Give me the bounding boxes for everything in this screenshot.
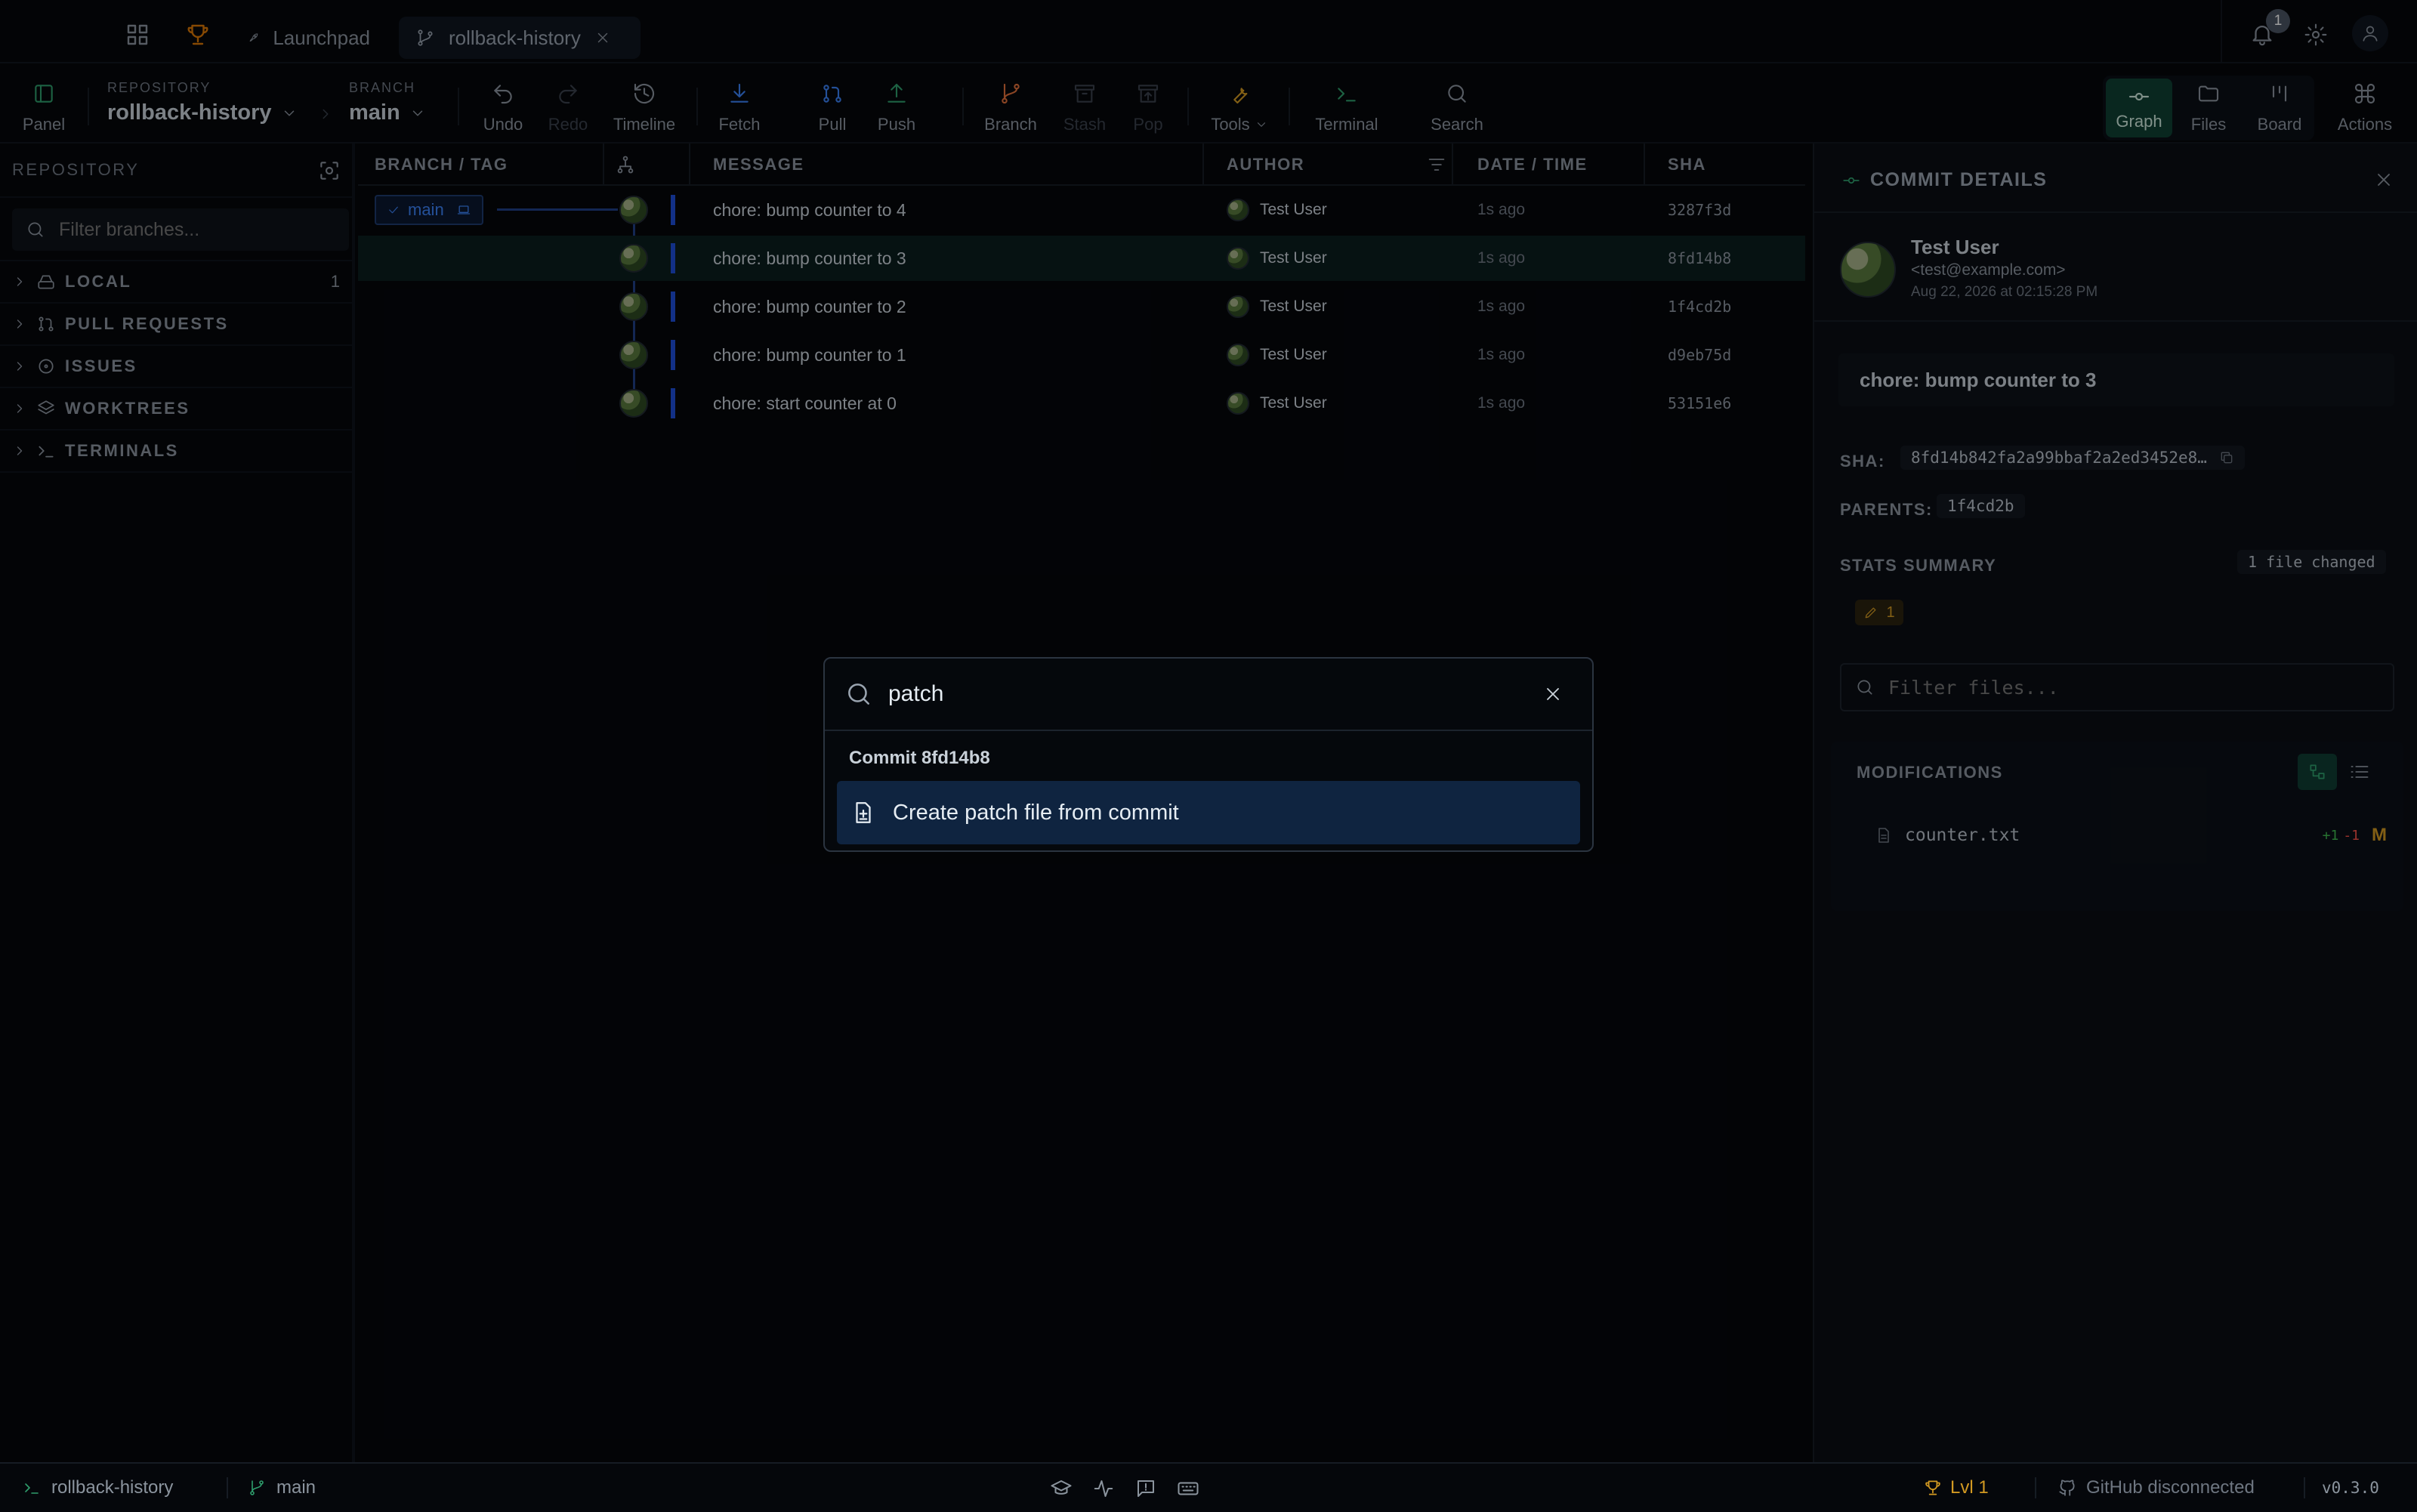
feedback-icon[interactable]	[1134, 1477, 1157, 1500]
level-label: Lvl 1	[1950, 1477, 1989, 1498]
status-repo-label: rollback-history	[51, 1477, 174, 1498]
status-branch-label: main	[276, 1477, 316, 1498]
version-label: v0.3.0	[2322, 1479, 2379, 1497]
palette-item-create-patch[interactable]: Create patch file from commit	[837, 781, 1580, 844]
activity-icon[interactable]	[1092, 1477, 1115, 1500]
trophy-icon	[1925, 1480, 1940, 1495]
palette-search-input[interactable]	[887, 680, 1529, 708]
keyboard-icon[interactable]	[1177, 1477, 1199, 1500]
github-icon	[2059, 1480, 2075, 1496]
divider	[227, 1477, 228, 1498]
git-branch-icon	[250, 1480, 264, 1495]
graduation-cap-icon[interactable]	[1050, 1477, 1073, 1500]
command-palette: Commit 8fd14b8 Create patch file from co…	[823, 657, 1594, 852]
palette-search[interactable]	[825, 659, 1592, 731]
github-status-label: GitHub disconnected	[2086, 1477, 2255, 1498]
status-branch[interactable]: main	[248, 1464, 316, 1512]
file-plus-icon	[856, 802, 871, 823]
divider	[2304, 1477, 2305, 1498]
level-indicator[interactable]: Lvl 1	[1923, 1464, 1989, 1512]
github-status[interactable]: GitHub disconnected	[2057, 1464, 2255, 1512]
status-bar: rollback-history main Lvl 1 GitHub disco…	[0, 1462, 2417, 1510]
status-repo[interactable]: rollback-history	[23, 1464, 173, 1512]
divider	[2035, 1477, 2036, 1498]
palette-group-label: Commit 8fd14b8	[849, 748, 990, 768]
search-icon	[848, 683, 869, 705]
terminal-icon	[25, 1483, 39, 1494]
palette-item-label: Create patch file from commit	[893, 800, 1179, 825]
close-icon[interactable]	[1542, 683, 1563, 705]
